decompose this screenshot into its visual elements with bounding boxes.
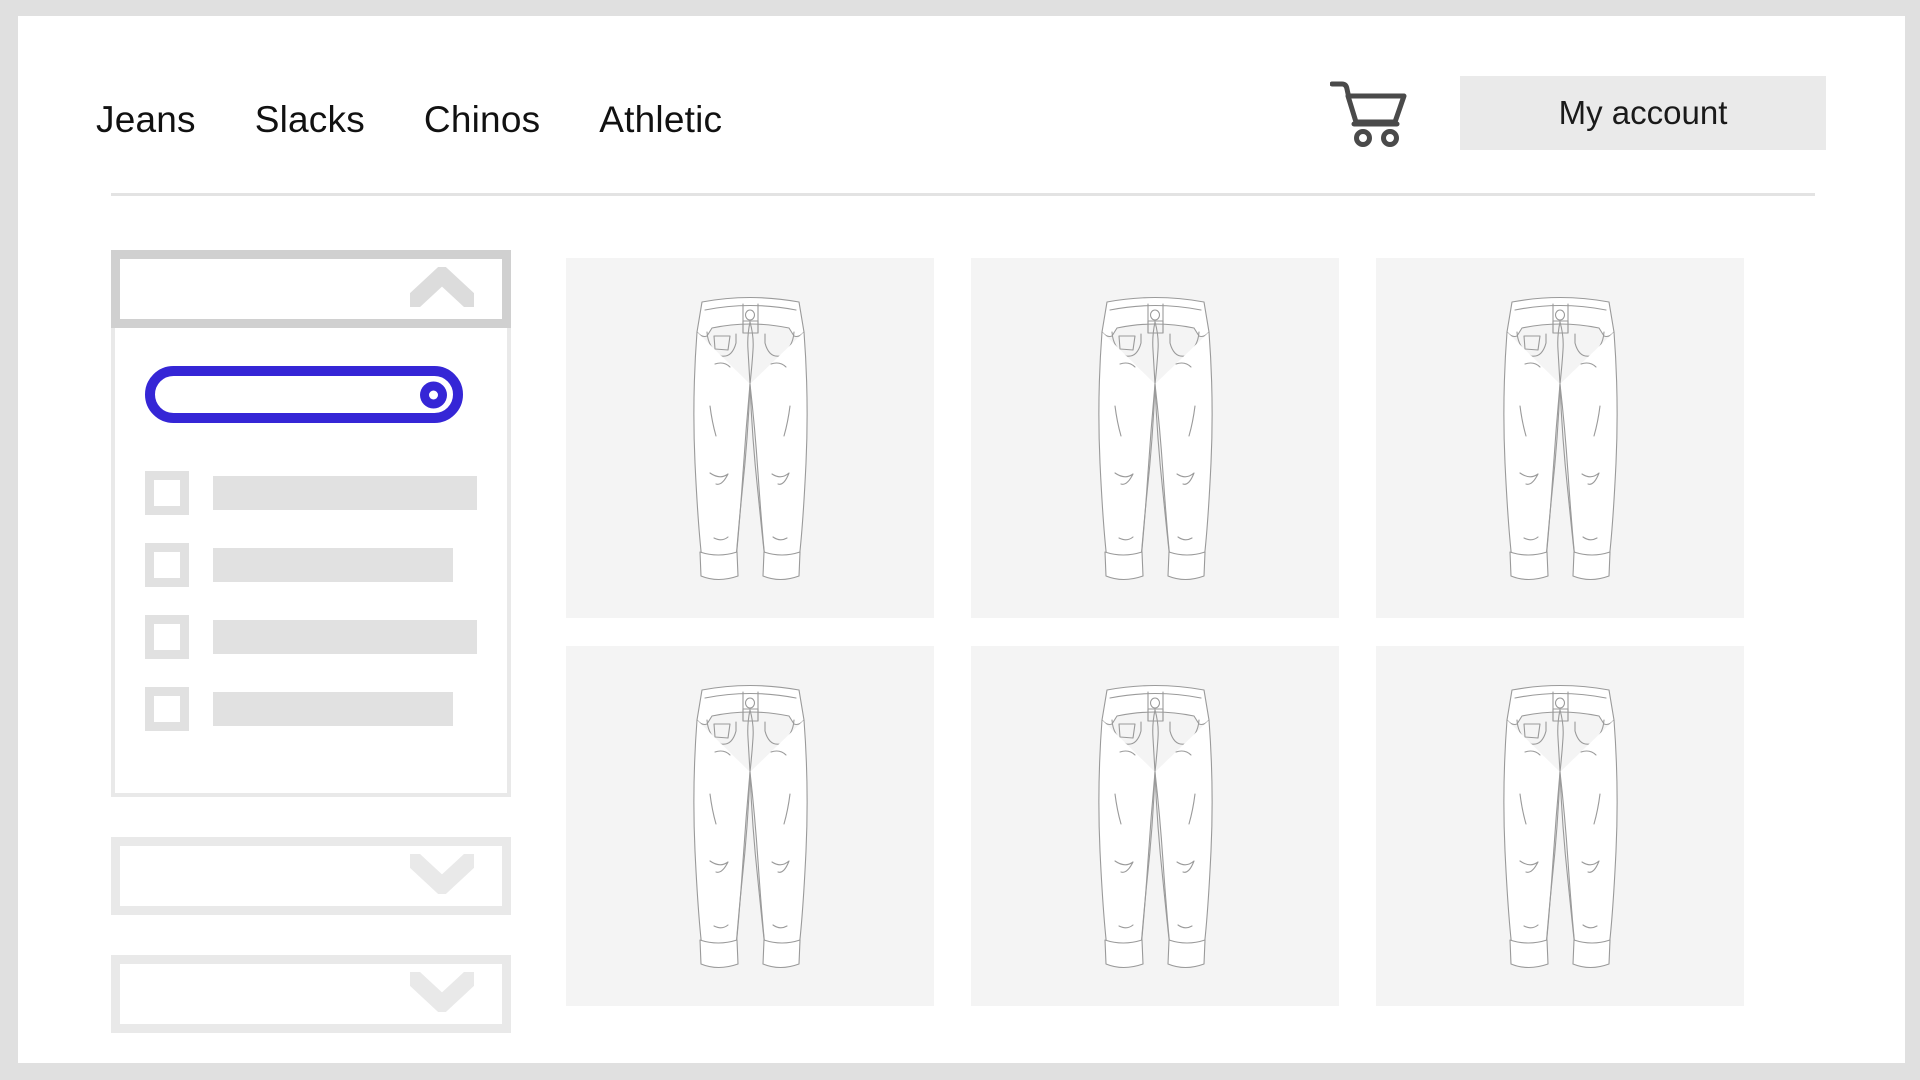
primary-navigation: Jeans Slacks Chinos Athletic: [96, 98, 722, 142]
my-account-button[interactable]: My account: [1460, 76, 1826, 150]
filter-toggle-switch[interactable]: [145, 366, 463, 423]
page-card: Jeans Slacks Chinos Athletic My account: [18, 16, 1905, 1063]
cart-button[interactable]: [1326, 76, 1412, 150]
filter-option-row[interactable]: [115, 687, 507, 731]
jeans-line-art-icon: [648, 676, 853, 976]
filter-option-label-placeholder: [213, 548, 453, 582]
nav-item-chinos[interactable]: Chinos: [424, 98, 540, 142]
checkbox-icon[interactable]: [145, 615, 189, 659]
filter-toggle-wrap: [115, 366, 507, 423]
filter-option-label-placeholder: [213, 476, 477, 510]
jeans-line-art-icon: [1458, 676, 1663, 976]
filter-option-row[interactable]: [115, 471, 507, 515]
filter-accordion-1-body: [111, 328, 511, 797]
filter-toggle-knob[interactable]: [420, 381, 447, 408]
filter-option-list: [115, 471, 507, 731]
header-divider: [111, 193, 1815, 196]
product-tile[interactable]: [566, 646, 934, 1006]
nav-item-jeans[interactable]: Jeans: [96, 98, 196, 142]
toggle-knob-dot: [429, 390, 438, 399]
chevron-down-icon: [401, 965, 483, 1017]
filter-option-label-placeholder: [213, 692, 453, 726]
product-tile[interactable]: [971, 646, 1339, 1006]
product-tile[interactable]: [971, 258, 1339, 618]
filter-option-row[interactable]: [115, 615, 507, 659]
filter-accordion-2-header[interactable]: [111, 837, 511, 915]
checkbox-inner: [154, 552, 180, 578]
filter-accordion-1: [111, 250, 511, 797]
chevron-up-icon: [401, 262, 483, 313]
nav-item-slacks[interactable]: Slacks: [255, 98, 365, 142]
chevron-down-icon: [401, 847, 483, 899]
checkbox-icon[interactable]: [145, 471, 189, 515]
filter-option-row[interactable]: [115, 543, 507, 587]
filter-accordion-2: [111, 837, 511, 915]
filter-sidebar: [111, 250, 511, 1033]
site-header: Jeans Slacks Chinos Athletic My account: [18, 16, 1905, 196]
page-content: [18, 238, 1905, 1063]
checkbox-icon[interactable]: [145, 543, 189, 587]
jeans-line-art-icon: [1458, 288, 1663, 588]
checkbox-inner: [154, 480, 180, 506]
checkbox-inner: [154, 696, 180, 722]
shopping-cart-icon: [1330, 79, 1408, 147]
product-tile[interactable]: [1376, 258, 1744, 618]
filter-option-label-placeholder: [213, 620, 477, 654]
checkbox-icon[interactable]: [145, 687, 189, 731]
nav-item-athletic[interactable]: Athletic: [599, 98, 722, 142]
filter-accordion-3-header[interactable]: [111, 955, 511, 1033]
product-tile[interactable]: [566, 258, 934, 618]
filter-accordion-3: [111, 955, 511, 1033]
jeans-line-art-icon: [1053, 288, 1258, 588]
header-actions: My account: [1326, 76, 1826, 150]
jeans-line-art-icon: [1053, 676, 1258, 976]
filter-accordion-1-header[interactable]: [111, 250, 511, 328]
product-tile[interactable]: [1376, 646, 1744, 1006]
product-grid: [566, 258, 1744, 1006]
checkbox-inner: [154, 624, 180, 650]
jeans-line-art-icon: [648, 288, 853, 588]
